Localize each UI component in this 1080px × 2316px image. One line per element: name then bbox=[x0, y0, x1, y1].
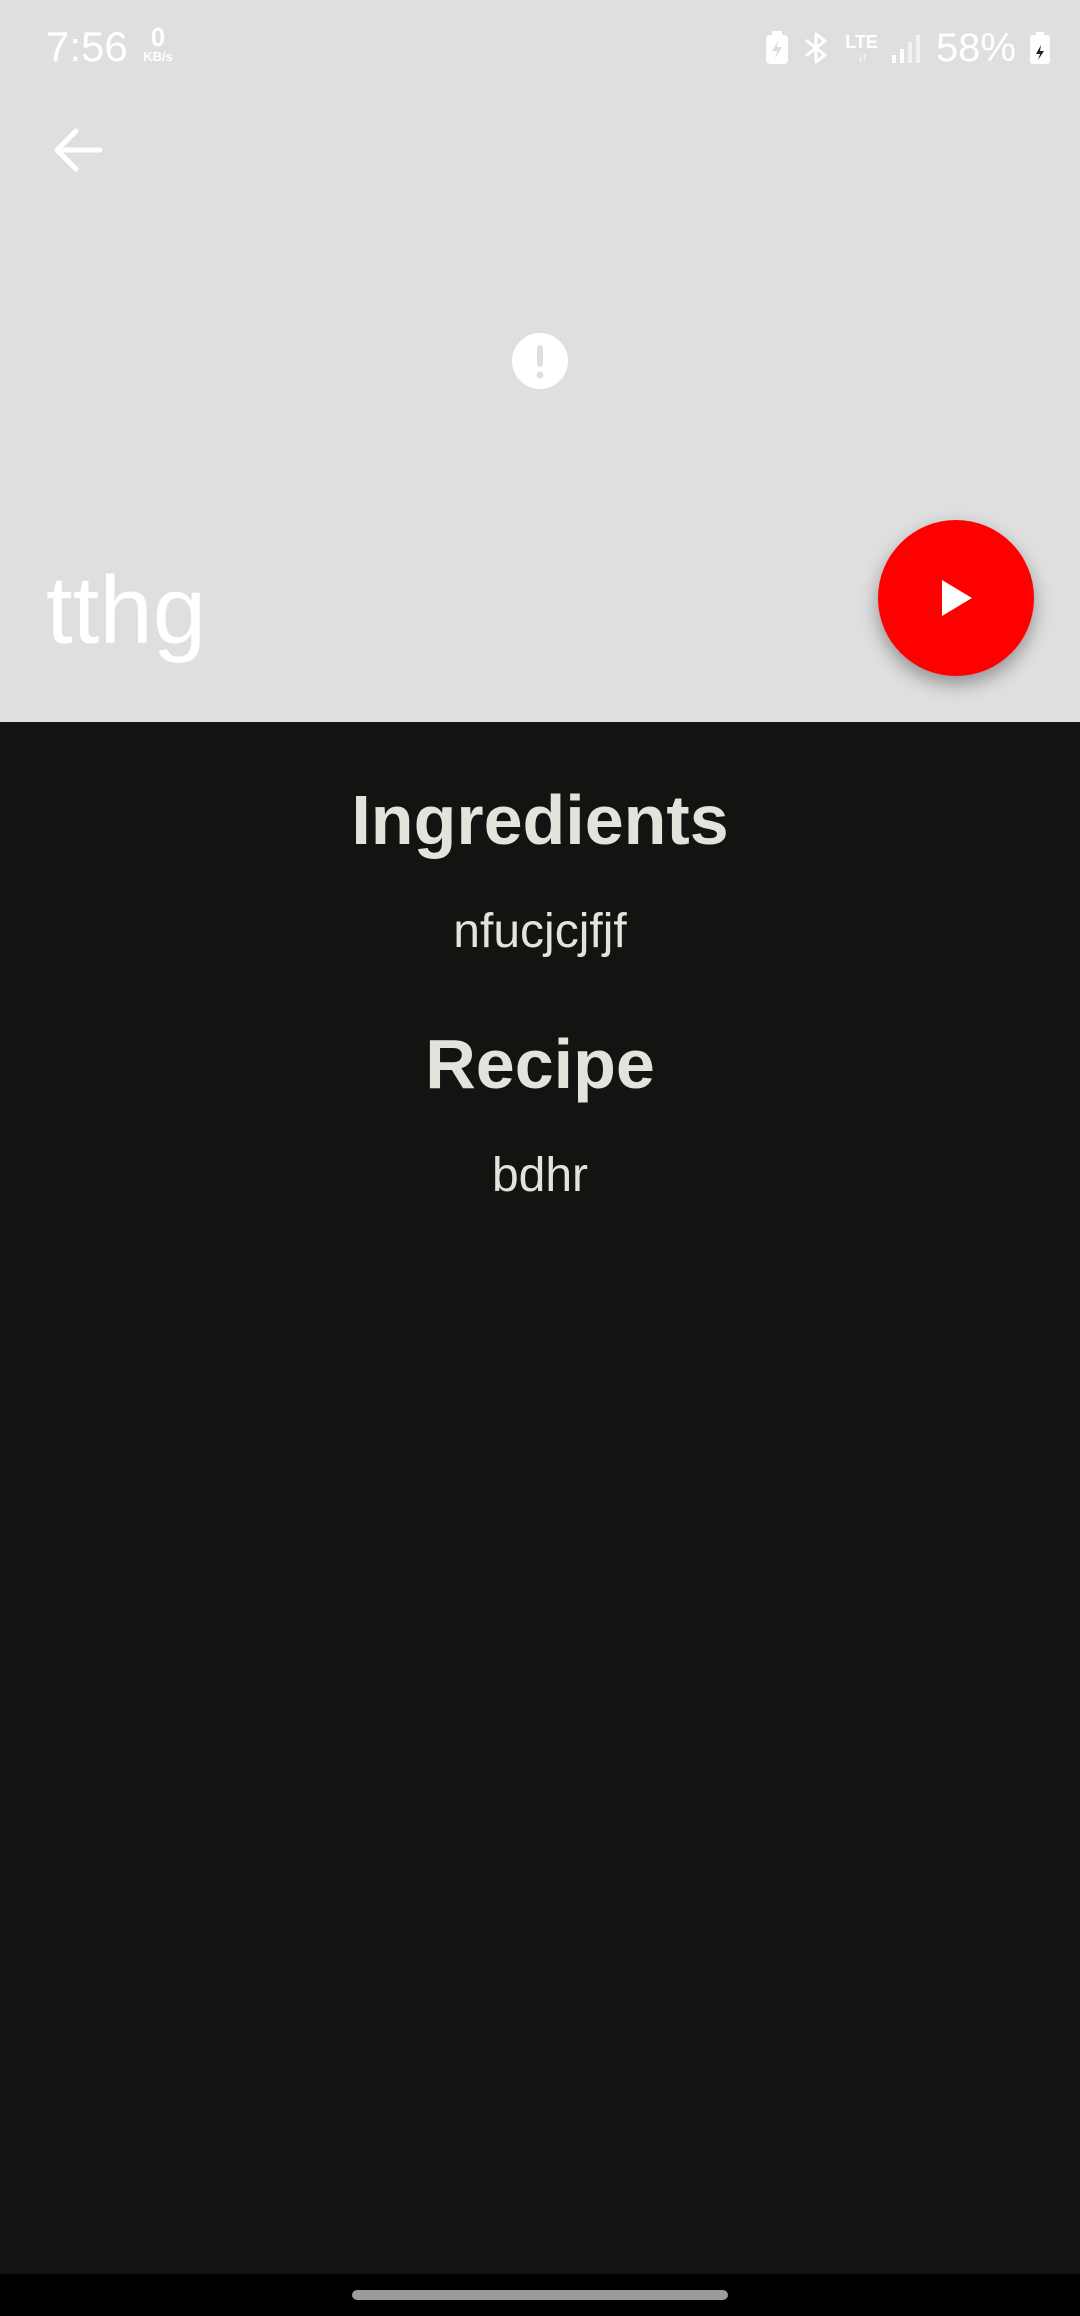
ingredients-text: nfucjcjfjf bbox=[453, 905, 627, 958]
battery-percent: 58% bbox=[935, 26, 1016, 70]
home-indicator[interactable] bbox=[352, 2290, 728, 2300]
status-bar: 7:56 0 KB/s LTE ↓↑ 58% bbox=[0, 0, 1080, 96]
arrow-back-icon bbox=[54, 128, 103, 172]
navigation-bar bbox=[0, 2274, 1080, 2316]
status-icons: LTE ↓↑ 58% bbox=[765, 26, 1050, 70]
play-icon bbox=[942, 580, 972, 616]
battery-icon bbox=[1030, 32, 1050, 64]
recipe-header: 7:56 0 KB/s LTE ↓↑ 58% tthg bbox=[0, 0, 1080, 722]
recipe-text: bdhr bbox=[491, 1149, 589, 1202]
lte-icon: LTE ↓↑ bbox=[845, 32, 878, 64]
back-button[interactable] bbox=[40, 112, 116, 188]
play-button[interactable] bbox=[878, 520, 1034, 676]
error-icon bbox=[512, 333, 568, 389]
bluetooth-icon bbox=[803, 31, 831, 65]
network-speed-value: 0 bbox=[150, 22, 166, 52]
recipe-title: tthg bbox=[46, 557, 207, 664]
status-time: 7:56 bbox=[46, 23, 128, 70]
ingredients-heading: Ingredients bbox=[351, 781, 729, 859]
battery-saver-icon bbox=[765, 31, 789, 65]
network-speed: 0 KB/s bbox=[136, 24, 180, 64]
network-speed-unit: KB/s bbox=[143, 49, 173, 64]
signal-icon bbox=[891, 33, 922, 63]
recipe-heading: Recipe bbox=[425, 1025, 655, 1103]
